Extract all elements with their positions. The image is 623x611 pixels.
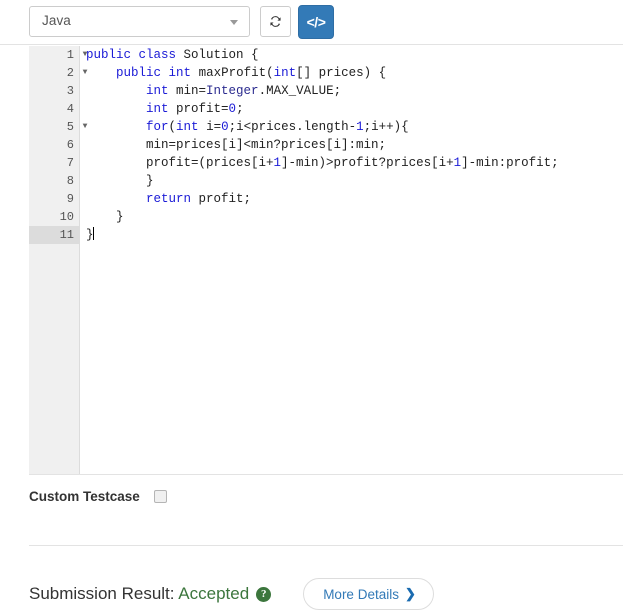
code-line: return profit;	[86, 190, 623, 208]
code-line: }	[86, 208, 623, 226]
help-icon[interactable]: ?	[256, 586, 272, 602]
custom-testcase-checkbox[interactable]	[153, 490, 167, 503]
code-token: profit=(prices[i+	[86, 156, 274, 170]
code-token: class	[138, 48, 177, 62]
line-number: 5 ▼	[29, 118, 88, 136]
code-token: ;	[236, 102, 244, 116]
text-cursor	[92, 227, 94, 240]
submission-result-row: Submission Result: Accepted ? More Detai…	[29, 578, 434, 610]
code-icon: </>	[306, 14, 326, 30]
code-token: ]-min)>profit?prices[i+	[281, 156, 454, 170]
line-number: 9	[66, 192, 74, 206]
code-token: [] prices) {	[296, 66, 387, 80]
code-token: .MAX_VALUE;	[258, 84, 342, 98]
submission-result-label: Submission Result:	[29, 584, 179, 603]
fullscreen-code-button[interactable]: </>	[298, 5, 334, 39]
section-divider	[29, 545, 623, 546]
line-number-gutter: 1 ▼ 2 ▼ 3 4 5 ▼ 6 7 8 9 10 11	[29, 46, 88, 474]
more-details-label: More Details	[323, 586, 399, 602]
code-editor[interactable]: 1 ▼ 2 ▼ 3 4 5 ▼ 6 7 8 9 10 11 public class Solution {…	[29, 46, 623, 475]
code-line: min=prices[i]<min?prices[i]:min;	[86, 136, 623, 154]
code-token: min=	[168, 84, 207, 98]
code-token: int	[146, 84, 169, 98]
refresh-icon	[270, 16, 281, 27]
chevron-right-icon: ❯	[404, 586, 416, 601]
code-token: profit;	[191, 192, 252, 206]
code-token: ;i++){	[363, 120, 409, 134]
code-token: 1	[273, 156, 282, 170]
code-token: 0	[221, 120, 229, 134]
line-number: 8	[66, 174, 74, 188]
code-line: int min=Integer.MAX_VALUE;	[86, 82, 623, 100]
reset-code-button[interactable]	[260, 6, 291, 37]
more-details-button[interactable]: More Details ❯	[303, 578, 434, 610]
code-token: int	[273, 66, 297, 80]
custom-testcase-label: Custom Testcase	[29, 489, 140, 504]
code-token: i=	[198, 120, 222, 134]
line-number: 7	[66, 156, 74, 170]
line-number: 3	[66, 84, 74, 98]
code-token: ;i<prices.length-	[228, 120, 357, 134]
line-number: 4	[66, 102, 74, 116]
line-number: 6	[66, 138, 74, 152]
code-token: min=prices[i]<min?prices[i]:min;	[86, 138, 387, 152]
code-token: 0	[228, 102, 237, 116]
code-line: }	[86, 172, 623, 190]
submission-result-text: Submission Result: Accepted	[29, 584, 249, 604]
code-token: 1	[356, 120, 364, 134]
code-token: }	[86, 174, 154, 188]
code-token: Integer	[206, 84, 259, 98]
code-token: return	[146, 192, 192, 206]
code-token: public	[86, 48, 132, 62]
status-badge: Accepted	[178, 584, 250, 603]
line-number: 11	[29, 226, 79, 244]
code-line: public int maxProfit(int[] prices) {	[86, 64, 623, 82]
code-line: public class Solution {	[86, 46, 623, 64]
line-number: 10	[59, 210, 74, 224]
code-line: }	[86, 226, 623, 244]
code-token: }	[86, 210, 124, 224]
code-token: for	[146, 120, 169, 134]
line-number: 2 ▼	[29, 64, 88, 82]
code-content[interactable]: public class Solution { public int maxPr…	[80, 46, 623, 474]
custom-testcase-row: Custom Testcase	[29, 489, 167, 504]
language-select-value: Java	[42, 13, 71, 28]
chevron-down-icon	[230, 20, 238, 25]
code-token: Solution {	[176, 48, 259, 62]
code-token: int	[146, 102, 169, 116]
code-token: int	[176, 120, 199, 134]
line-number: 1 ▼	[29, 46, 88, 64]
code-token: int	[168, 66, 192, 80]
code-line: int profit=0;	[86, 100, 623, 118]
code-token: (	[168, 120, 177, 134]
language-select[interactable]: Java	[29, 6, 250, 37]
code-token: maxProfit(	[191, 66, 274, 80]
code-token: profit=	[168, 102, 229, 116]
editor-toolbar: Java </>	[0, 0, 623, 45]
code-line: profit=(prices[i+1]-min)>profit?prices[i…	[86, 154, 623, 172]
code-token: ]-min:profit;	[461, 156, 559, 170]
code-token: public	[116, 66, 162, 80]
code-token: 1	[453, 156, 462, 170]
code-line: for(int i=0;i<prices.length-1;i++){	[86, 118, 623, 136]
